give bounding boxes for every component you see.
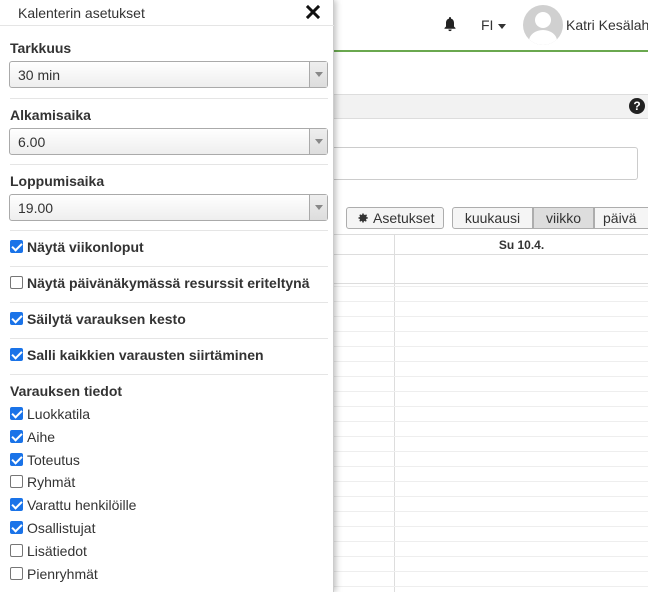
start-time-select-value: 6.00 <box>18 134 46 150</box>
checkbox[interactable] <box>10 521 23 534</box>
divider <box>10 338 328 339</box>
calendar-slot-line <box>330 331 648 332</box>
settings-button-label: Asetukset <box>373 210 435 226</box>
end-time-select-value: 19.00 <box>18 200 54 216</box>
calendar-slot-line <box>330 436 648 437</box>
view-week-button[interactable]: viikko <box>533 207 594 229</box>
divider <box>10 302 328 303</box>
detail-label: Varattu henkilöille <box>27 497 137 513</box>
checkbox[interactable] <box>10 348 23 361</box>
checkbox[interactable] <box>10 544 23 557</box>
calendar-day-header[interactable]: Su 10.4. <box>395 238 648 252</box>
checkbox[interactable] <box>10 430 23 443</box>
calendar-slot-line <box>330 346 648 347</box>
option-label: Näytä päivänäkymässä resurssit eriteltyn… <box>27 275 310 291</box>
calendar-column-divider <box>394 234 395 592</box>
calendar-slot-line <box>330 451 648 452</box>
language-selector[interactable]: FI <box>481 17 507 33</box>
bell-icon[interactable] <box>442 16 458 32</box>
checkbox[interactable] <box>10 567 23 580</box>
end-time-select[interactable]: 19.00 <box>9 194 328 221</box>
checkbox[interactable] <box>10 240 23 253</box>
calendar-slot-line <box>330 571 648 572</box>
checkbox[interactable] <box>10 475 23 488</box>
calendar-slot-line <box>330 526 648 527</box>
detail-label: Lisätiedot <box>27 543 87 559</box>
view-day-button[interactable]: päivä <box>594 207 648 229</box>
divider <box>10 230 328 231</box>
divider <box>10 98 328 99</box>
calendar-slot-line <box>330 286 648 287</box>
close-icon[interactable] <box>306 5 320 19</box>
gear-icon <box>358 213 368 223</box>
calendar-slot-line <box>330 466 648 467</box>
search-input[interactable] <box>330 147 638 180</box>
start-time-select[interactable]: 6.00 <box>9 128 328 155</box>
checkbox[interactable] <box>10 498 23 511</box>
calendar-slot-line <box>330 316 648 317</box>
language-label: FI <box>481 17 494 33</box>
detail-label: Luokkatila <box>27 406 91 422</box>
precision-label: Tarkkuus <box>10 40 72 56</box>
calendar-slot-line <box>330 376 648 377</box>
end-time-label: Loppumisaika <box>10 173 105 189</box>
chevron-down-icon <box>309 129 327 154</box>
start-time-label: Alkamisaika <box>10 107 91 123</box>
precision-select-value: 30 min <box>18 67 61 83</box>
calendar-slot-line <box>330 406 648 407</box>
calendar-slot-line <box>330 541 648 542</box>
calendar-slot-line <box>330 421 648 422</box>
calendar-allday-divider <box>330 254 648 255</box>
help-icon[interactable]: ? <box>629 98 645 114</box>
detail-label: Aihe <box>27 429 56 445</box>
option-label: Säilytä varauksen kesto <box>27 311 186 327</box>
chevron-down-icon <box>309 62 327 87</box>
checkbox[interactable] <box>10 312 23 325</box>
calendar-slot-line <box>330 481 648 482</box>
calendar-settings-panel: Kalenterin asetukset Tarkkuus 30 min Alk… <box>0 0 334 592</box>
precision-select[interactable]: 30 min <box>9 61 328 88</box>
detail-label: Ryhmät <box>27 474 76 490</box>
details-label: Varauksen tiedot <box>10 383 123 399</box>
user-silhouette-icon <box>529 12 557 45</box>
panel-header-divider <box>0 25 334 26</box>
divider <box>10 164 328 165</box>
calendar-slot-line <box>330 556 648 557</box>
calendar-slot-line <box>330 496 648 497</box>
avatar[interactable] <box>523 5 563 45</box>
option-label: Salli kaikkien varausten siirtäminen <box>27 347 264 363</box>
divider <box>10 374 328 375</box>
divider <box>10 266 328 267</box>
calendar-slot-line <box>330 301 648 302</box>
settings-button[interactable]: Asetukset <box>346 207 444 229</box>
calendar-slot-line <box>330 391 648 392</box>
panel-title: Kalenterin asetukset <box>18 5 145 21</box>
view-month-button[interactable]: kuukausi <box>452 207 533 229</box>
checkbox[interactable] <box>10 407 23 420</box>
checkbox[interactable] <box>10 276 23 289</box>
chevron-down-icon <box>309 195 327 220</box>
calendar-slot-line <box>330 511 648 512</box>
detail-label: Osallistujat <box>27 520 96 536</box>
calendar-slot-line <box>330 586 648 587</box>
checkbox[interactable] <box>10 453 23 466</box>
detail-label: Pienryhmät <box>27 566 98 582</box>
detail-label: Toteutus <box>27 452 80 468</box>
calendar-slot-line <box>330 361 648 362</box>
user-name[interactable]: Katri Kesälaht <box>566 17 648 33</box>
caret-down-icon <box>498 23 507 29</box>
option-label: Näytä viikonloput <box>27 239 144 255</box>
section-header-bar <box>330 94 648 119</box>
